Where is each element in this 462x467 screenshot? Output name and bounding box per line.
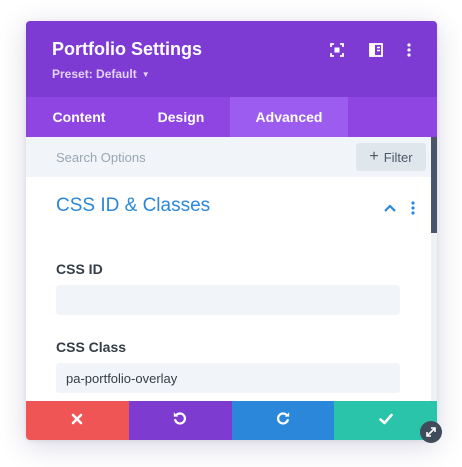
scrollbar-thumb[interactable] (431, 137, 437, 233)
chevron-up-icon[interactable] (383, 201, 397, 215)
css-class-input[interactable] (56, 363, 400, 393)
redo-button[interactable] (231, 401, 335, 440)
section-title[interactable]: CSS ID & Classes (56, 195, 210, 217)
settings-modal: Portfolio Settings Preset: Default ▼ Con… (26, 21, 437, 440)
close-icon (71, 412, 83, 430)
preset-label: Preset: Default (52, 67, 137, 81)
resize-handle-icon[interactable] (420, 421, 442, 443)
fullscreen-icon[interactable] (328, 41, 346, 59)
modal-header: Portfolio Settings Preset: Default ▼ (26, 21, 437, 97)
tab-design[interactable]: Design (132, 97, 230, 137)
tab-bar: Content Design Advanced (26, 97, 437, 137)
options-panel: CSS ID & Classes CSS ID CSS Class (26, 177, 431, 401)
tab-advanced[interactable]: Advanced (230, 97, 348, 137)
filter-button[interactable]: + Filter (356, 143, 426, 171)
css-id-label: CSS ID (56, 261, 103, 277)
redo-icon (275, 410, 291, 431)
search-input[interactable] (44, 143, 368, 171)
plus-icon: + (369, 148, 379, 165)
preset-selector[interactable]: Preset: Default ▼ (52, 67, 150, 81)
discard-button[interactable] (26, 401, 129, 440)
more-options-icon[interactable] (400, 41, 418, 59)
undo-icon (172, 410, 188, 431)
check-icon (378, 412, 393, 430)
filter-label: Filter (383, 149, 413, 165)
split-view-icon[interactable] (367, 41, 385, 59)
css-id-input[interactable] (56, 285, 400, 315)
undo-button[interactable] (128, 401, 232, 440)
section-more-icon[interactable] (410, 199, 416, 217)
modal-title: Portfolio Settings (52, 39, 202, 59)
action-bar (26, 401, 437, 440)
caret-down-icon: ▼ (141, 69, 150, 79)
search-bar: + Filter (26, 137, 437, 177)
css-class-label: CSS Class (56, 339, 127, 355)
tab-content[interactable]: Content (26, 97, 132, 137)
